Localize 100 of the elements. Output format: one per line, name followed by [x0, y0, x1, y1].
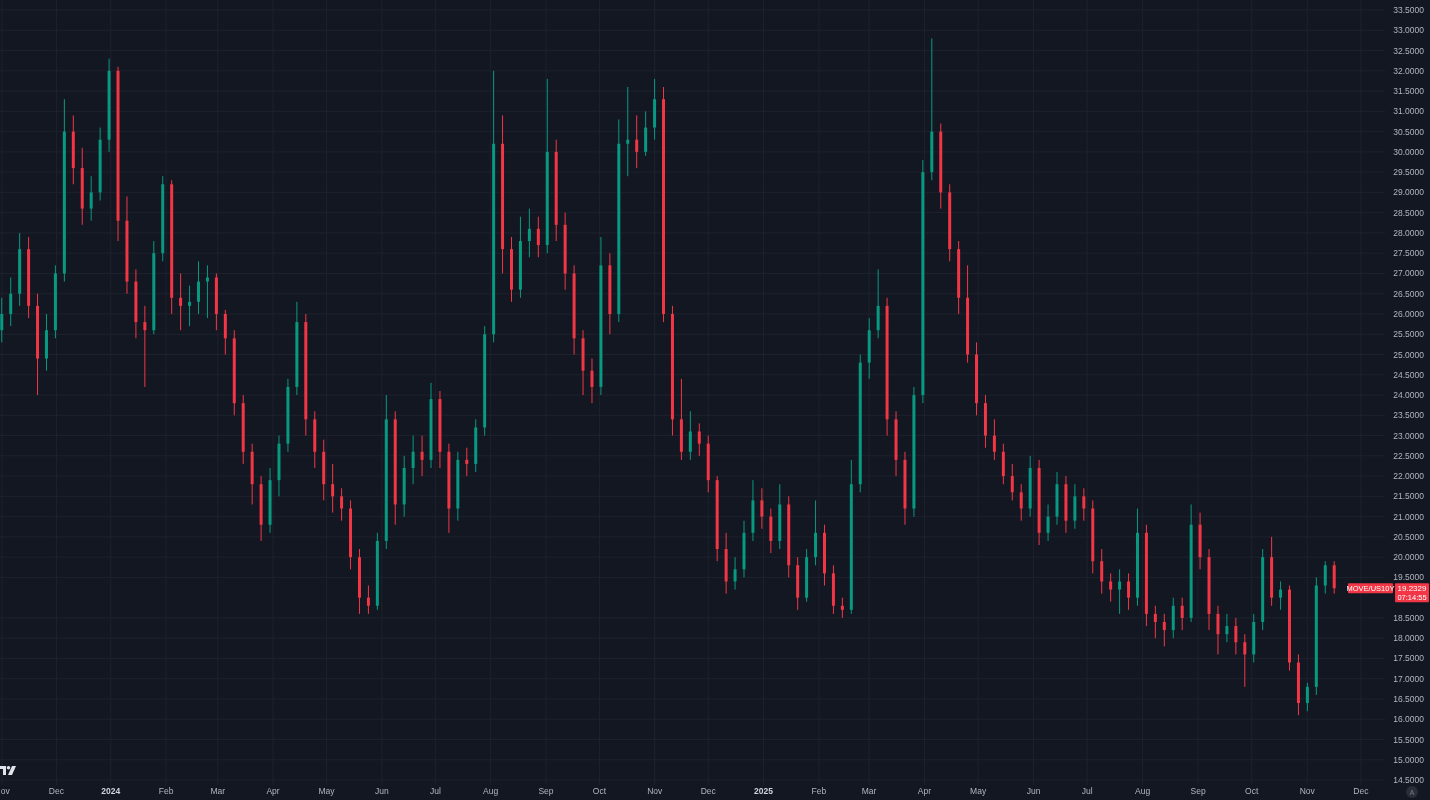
- price-axis-label: 16.0000: [1393, 714, 1424, 725]
- logo-icon: [0, 766, 16, 775]
- candle: [1064, 476, 1068, 533]
- price-axis-label: 27.0000: [1393, 268, 1424, 279]
- candle: [179, 273, 183, 331]
- candle: [1082, 488, 1086, 521]
- candle: [733, 557, 737, 590]
- candle: [45, 314, 48, 371]
- candle: [1180, 597, 1184, 631]
- candle: [214, 273, 218, 331]
- time-axis-label: Apr: [917, 786, 932, 796]
- candle: [778, 484, 782, 550]
- candle: [527, 208, 531, 258]
- time-axis-label: Apr: [266, 786, 280, 796]
- candle: [1019, 484, 1023, 521]
- candle: [1055, 472, 1059, 525]
- candle: [876, 269, 880, 339]
- candle: [1234, 617, 1238, 655]
- time-axis-label: Sep: [538, 786, 554, 796]
- candle: [1252, 613, 1256, 663]
- candle: [742, 520, 746, 578]
- time-axis-label: 2024: [101, 786, 121, 796]
- candle: [1100, 549, 1104, 594]
- price-axis-label: 22.0000: [1393, 471, 1424, 482]
- candle: [1279, 581, 1283, 610]
- candle: [411, 435, 415, 485]
- candle: [0, 297, 4, 343]
- time-axis-label: Dec: [700, 786, 716, 796]
- time-axis-label: Jul: [1081, 786, 1093, 796]
- candle: [402, 455, 406, 517]
- time-axis-label: Mar: [861, 786, 877, 796]
- price-axis-label: 24.0000: [1393, 390, 1424, 401]
- candle: [1153, 605, 1157, 639]
- candle: [1323, 561, 1327, 594]
- time-axis-label: Aug: [1135, 786, 1151, 796]
- time-axis-label: Aug: [483, 786, 499, 796]
- candle: [89, 176, 93, 221]
- candle: [366, 585, 370, 614]
- time-axis-label: Sep: [1190, 786, 1206, 796]
- price-axis-label: 31.0000: [1393, 106, 1424, 117]
- candle: [241, 395, 245, 464]
- candle: [9, 277, 13, 327]
- candle: [635, 115, 639, 169]
- candle: [644, 111, 648, 156]
- candle: [992, 419, 996, 460]
- candle: [769, 508, 773, 554]
- candle: [322, 439, 326, 501]
- candle: [1118, 569, 1122, 614]
- price-axis-label: 18.5000: [1393, 612, 1424, 623]
- price-axis-label: 15.5000: [1393, 734, 1424, 745]
- candle: [313, 411, 317, 468]
- candle: [331, 463, 335, 513]
- candle: [188, 285, 192, 327]
- candle: [1028, 455, 1032, 517]
- candle: [983, 395, 987, 448]
- candle: [1305, 682, 1309, 712]
- candle: [277, 435, 281, 497]
- candle: [840, 597, 844, 618]
- price-axis-label: 24.5000: [1393, 369, 1424, 380]
- candle: [1127, 573, 1131, 610]
- price-axis-label: 32.0000: [1393, 65, 1424, 76]
- time-axis-label: Feb: [811, 786, 827, 796]
- time-axis-label: Nov: [647, 786, 663, 796]
- price-axis-label: 21.0000: [1393, 511, 1424, 522]
- candle: [751, 480, 755, 541]
- price-axis-label: 22.5000: [1393, 450, 1424, 461]
- candle: [1010, 463, 1014, 501]
- candle: [1073, 484, 1077, 529]
- time-axis-label: Oct: [1245, 786, 1259, 796]
- candle: [259, 476, 263, 541]
- time-axis-label: May: [970, 786, 987, 796]
- candle: [1243, 634, 1247, 687]
- candle: [1216, 605, 1220, 655]
- price-axis-label: 31.5000: [1393, 86, 1424, 97]
- candle: [796, 557, 800, 610]
- candle: [71, 115, 75, 185]
- price-axis-label: 21.5000: [1393, 491, 1424, 502]
- price-axis-label: 18.0000: [1393, 633, 1424, 644]
- price-axis-label: 25.0000: [1393, 349, 1424, 360]
- candle: [250, 443, 254, 505]
- time-axis-label: Mar: [210, 786, 226, 796]
- candle: [1046, 504, 1050, 541]
- candle: [474, 419, 478, 473]
- time-axis-label: Nov: [1299, 786, 1315, 796]
- price-axis-label: 30.0000: [1393, 146, 1424, 157]
- price-axis-label: 33.5000: [1393, 5, 1424, 15]
- time-axis-label: Jun: [375, 786, 389, 796]
- candle: [510, 236, 513, 302]
- candle: [724, 532, 728, 594]
- candle: [581, 330, 585, 396]
- time-axis-label: Jul: [429, 786, 441, 796]
- candle: [349, 500, 353, 570]
- candle: [420, 435, 424, 477]
- price-axis-label: 26.5000: [1393, 288, 1424, 299]
- time-axis-label: Dec: [48, 786, 64, 796]
- time-axis-label: Oct: [592, 786, 607, 796]
- candle: [197, 261, 200, 314]
- candle: [697, 423, 701, 456]
- candle: [653, 78, 657, 140]
- candle: [706, 435, 710, 493]
